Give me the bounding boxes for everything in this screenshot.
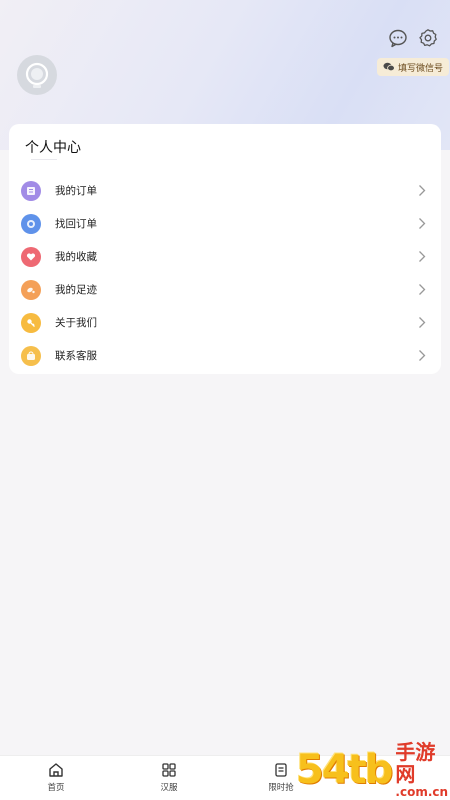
- chevron-right-icon: [417, 217, 427, 231]
- tab-label: 限时抢: [268, 783, 294, 793]
- document-icon: [273, 762, 289, 778]
- menu-item-my-orders[interactable]: 我的订单: [9, 174, 441, 207]
- site-watermark: 54tb 手游网 .com.cn: [296, 740, 450, 800]
- chevron-right-icon: [417, 349, 427, 363]
- message-bubble-icon[interactable]: [386, 26, 410, 50]
- title-underline: [31, 159, 57, 160]
- home-icon: [48, 762, 64, 778]
- menu-label: 找回订单: [55, 218, 97, 230]
- menu-label: 我的足迹: [55, 284, 97, 296]
- watermark-domain-text: .com.cn: [395, 785, 449, 799]
- chevron-right-icon: [417, 283, 427, 297]
- wechat-tag-label: 填写微信号: [398, 63, 444, 74]
- order-icon: [21, 180, 41, 201]
- tab-home[interactable]: 首页: [26, 762, 86, 798]
- chevron-right-icon: [417, 316, 427, 330]
- personal-center-card: 个人中心 我的订单 找回订单 我的收藏 我的足迹 关于我们 联系客服: [9, 124, 441, 374]
- grid-icon: [161, 762, 177, 778]
- key-icon: [21, 312, 41, 333]
- menu-label: 关于我们: [55, 317, 97, 329]
- footprint-icon: [21, 279, 41, 300]
- menu-item-my-footprint[interactable]: 我的足迹: [9, 273, 441, 306]
- tab-label: 汉服: [160, 783, 178, 793]
- menu-label: 我的订单: [55, 185, 97, 197]
- menu-label: 联系客服: [55, 350, 97, 362]
- menu-item-my-favorites[interactable]: 我的收藏: [9, 240, 441, 273]
- gear-icon[interactable]: [416, 26, 440, 50]
- service-icon: [21, 345, 41, 366]
- menu-item-about-us[interactable]: 关于我们: [9, 306, 441, 339]
- retrieve-order-icon: [21, 213, 41, 234]
- fill-wechat-button[interactable]: 填写微信号: [377, 58, 450, 76]
- menu-label: 我的收藏: [55, 251, 97, 263]
- chevron-right-icon: [417, 184, 427, 198]
- wechat-icon: [383, 62, 395, 72]
- default-avatar-icon[interactable]: [17, 55, 57, 95]
- tab-hanfu[interactable]: 汉服: [139, 762, 199, 798]
- tab-label: 首页: [47, 783, 65, 793]
- heart-icon: [21, 246, 41, 267]
- chevron-right-icon: [417, 250, 427, 264]
- menu-item-retrieve-order[interactable]: 找回订单: [9, 207, 441, 240]
- watermark-cn-text: 手游网: [395, 740, 436, 786]
- card-title: 个人中心: [25, 140, 81, 156]
- menu-item-contact-service[interactable]: 联系客服: [9, 339, 441, 372]
- watermark-logo-text: 54tb: [296, 747, 393, 793]
